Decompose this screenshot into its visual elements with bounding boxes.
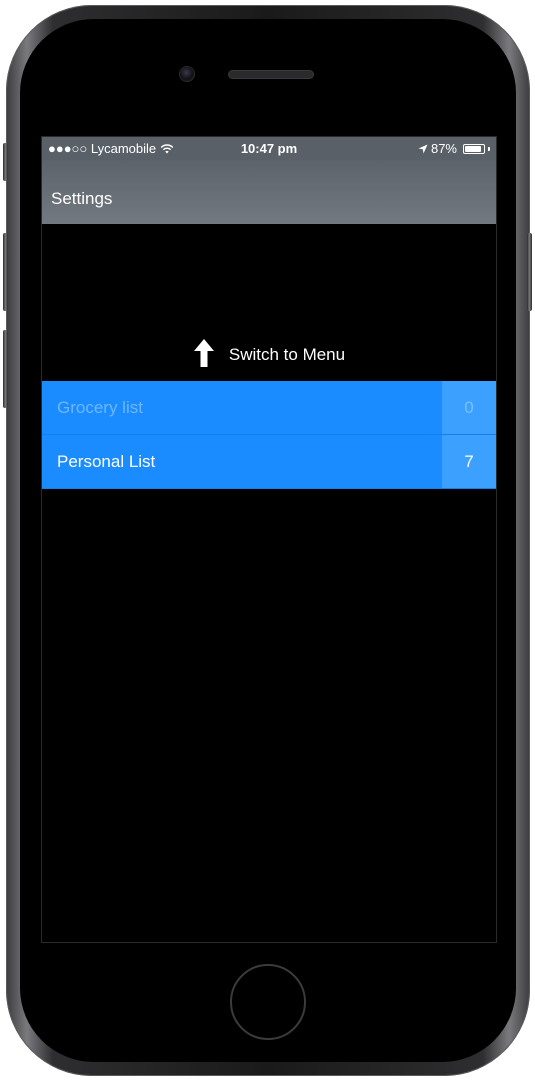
power-button [527, 233, 532, 311]
speaker-grille [229, 71, 313, 78]
battery-percent: 87% [430, 141, 457, 156]
location-arrow-icon [418, 141, 428, 156]
home-button[interactable] [230, 964, 306, 1040]
list-item-grocery[interactable]: Grocery list 0 [42, 381, 496, 435]
volume-down-button [3, 330, 8, 408]
arrow-up-icon [193, 338, 215, 373]
switch-to-menu-label: Switch to Menu [228, 345, 346, 364]
lists-container: Grocery list 0 Personal List 7 [42, 381, 496, 489]
switch-to-menu-button[interactable]: Switch to Menu [42, 338, 496, 373]
list-item-count: 0 [442, 381, 496, 434]
mute-switch [3, 143, 8, 181]
page-title: Settings [51, 189, 113, 208]
battery-icon [463, 143, 485, 154]
list-item-count: 7 [442, 435, 496, 488]
status-bar: ●●●○○ Lycamobile 10:47 pm 87% [42, 137, 496, 160]
battery-tip [488, 146, 490, 151]
list-item-personal[interactable]: Personal List 7 [42, 435, 496, 489]
list-item-label: Personal List [57, 452, 156, 471]
camera-icon [180, 67, 194, 81]
status-right-group: 87% [418, 141, 490, 156]
app-screen: ●●●○○ Lycamobile 10:47 pm 87% Settings S… [41, 136, 497, 943]
battery-level-fill [465, 145, 481, 152]
list-item-label: Grocery list [57, 398, 143, 417]
volume-up-button [3, 233, 8, 311]
navigation-bar: Settings [42, 160, 496, 224]
